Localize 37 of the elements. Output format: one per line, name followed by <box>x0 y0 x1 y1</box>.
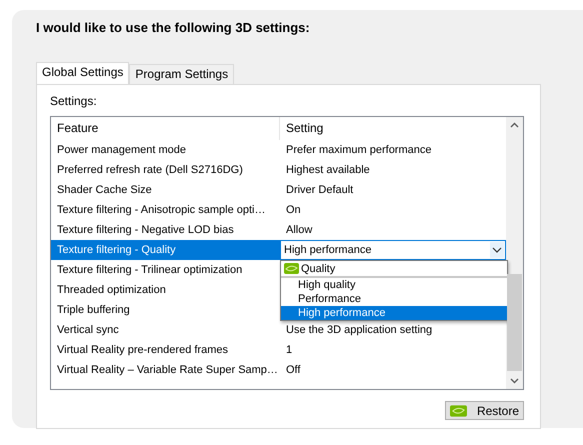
setting-cell-text: 1 <box>285 343 294 358</box>
dropdown-option[interactable]: Performance <box>281 292 507 306</box>
feature-cell[interactable]: Texture filtering - Quality <box>51 240 280 260</box>
heading: I would like to use the following 3D settings: <box>36 20 311 36</box>
tab[interactable]: Global Settings <box>36 62 130 84</box>
restore-button[interactable]: Restore <box>445 401 524 420</box>
column-header[interactable]: Setting <box>280 117 506 140</box>
setting-cell-text: Use the 3D application setting <box>285 323 434 338</box>
feature-cell[interactable]: Threaded optimization <box>51 280 280 300</box>
feature-cell[interactable]: Texture filtering - Trilinear optimization <box>51 260 280 280</box>
setting-cell-text: Allow <box>285 223 314 238</box>
group-label: Quality <box>301 262 336 274</box>
caret-icon <box>490 242 504 258</box>
column-header[interactable]: Feature <box>51 117 280 140</box>
logo-icon <box>284 263 299 274</box>
feature-cell[interactable]: Triple buffering <box>51 300 280 320</box>
feature-cell[interactable]: Texture filtering - Negative LOD bias <box>51 220 280 240</box>
scrollbar[interactable] <box>506 117 523 389</box>
feature-cell[interactable]: Virtual Reality – Variable Rate Super Samp… <box>51 360 280 380</box>
feature-cell[interactable]: Power management mode <box>51 140 280 160</box>
feature-cell[interactable]: Shader Cache Size <box>51 180 280 200</box>
feature-cell[interactable]: Texture filtering - Anisotropic sample opti… <box>51 200 280 220</box>
setting-cell-text: On <box>285 203 302 218</box>
feature-cell[interactable]: Vertical sync <box>51 320 280 340</box>
feature-cell[interactable]: Virtual Reality pre-rendered frames <box>51 340 280 360</box>
dropdown-option[interactable]: High performance <box>281 306 507 320</box>
dropdown-option[interactable]: High quality <box>281 278 507 292</box>
tab[interactable]: Program Settings <box>129 64 234 84</box>
scroll-thumb[interactable] <box>507 274 522 371</box>
setting-cell-text: Driver Default <box>285 183 354 198</box>
setting-cell-text: Off <box>285 363 302 378</box>
settings-label: Settings: <box>50 94 98 110</box>
setting-combobox[interactable]: High performance <box>280 240 506 260</box>
logo-icon <box>450 404 467 416</box>
setting-cell-text: Highest available <box>285 163 371 178</box>
setting-cell-text: Prefer maximum performance <box>285 143 432 158</box>
feature-cell[interactable]: Preferred refresh rate (Dell S2716DG) <box>51 160 280 180</box>
